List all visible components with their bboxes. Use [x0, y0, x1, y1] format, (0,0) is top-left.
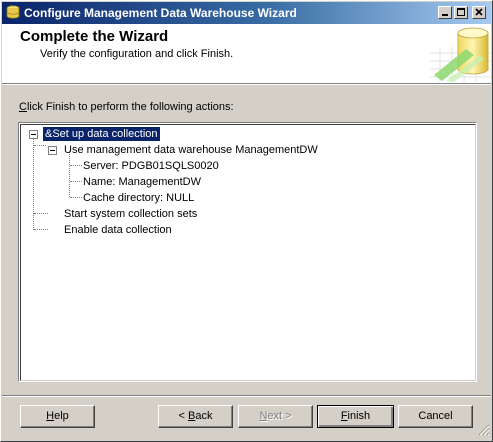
- wizard-app-icon: [6, 5, 20, 20]
- collapse-icon[interactable]: [48, 146, 57, 155]
- header-separator: [2, 83, 491, 85]
- instruction-accel: C: [19, 101, 27, 113]
- back-button[interactable]: < Back: [158, 405, 233, 428]
- tree-node-cache[interactable]: Cache directory: NULL: [81, 191, 196, 205]
- instruction-text: lick Finish to perform the following act…: [26, 101, 234, 113]
- tree-line: [34, 213, 48, 215]
- window-title: Configure Management Data Warehouse Wiza…: [24, 6, 297, 20]
- back-prefix: <: [178, 410, 188, 422]
- help-button[interactable]: Help: [20, 405, 95, 428]
- footer-separator: [2, 395, 491, 397]
- close-button[interactable]: [472, 6, 486, 19]
- wizard-window: Configure Management Data Warehouse Wiza…: [0, 0, 493, 442]
- tree-node-enable[interactable]: Enable data collection: [62, 223, 174, 237]
- next-button[interactable]: Next >: [238, 405, 313, 428]
- next-label: ext >: [267, 410, 292, 422]
- tree-node-warehouse[interactable]: Use management data warehouse Management…: [62, 143, 320, 157]
- tree-line: [34, 229, 48, 231]
- tree-node-setup[interactable]: &Set up data collection: [43, 127, 160, 141]
- tree-line: [33, 139, 35, 230]
- help-accel: H: [46, 410, 55, 422]
- maximize-icon: [457, 8, 465, 16]
- tree-line: [34, 145, 46, 147]
- close-icon: [475, 8, 483, 16]
- cancel-button[interactable]: Cancel: [398, 405, 473, 428]
- tree-viewport: &Set up data collection Use management d…: [20, 124, 476, 381]
- finish-label: inish: [347, 410, 371, 422]
- finish-accel: F: [340, 410, 348, 422]
- tree-node-server[interactable]: Server: PDGB01SQLS0020: [81, 159, 221, 173]
- back-label: ack: [195, 410, 213, 422]
- page-title: Complete the Wizard: [20, 28, 169, 45]
- title-bar[interactable]: Configure Management Data Warehouse Wiza…: [2, 2, 491, 24]
- collapse-icon[interactable]: [29, 130, 38, 139]
- instruction-label: Click Finish to perform the following ac…: [19, 101, 234, 113]
- finish-button[interactable]: Finish: [317, 405, 394, 428]
- page-subtitle: Verify the configuration and click Finis…: [40, 48, 234, 60]
- minimize-button[interactable]: [438, 6, 452, 19]
- minimize-icon: [442, 14, 448, 16]
- tree-line: [69, 151, 71, 197]
- resize-grip-icon[interactable]: [478, 424, 490, 439]
- tree-node-name[interactable]: Name: ManagementDW: [81, 175, 203, 189]
- maximize-button[interactable]: [454, 6, 468, 19]
- help-label: elp: [54, 410, 69, 422]
- tree-node-start-sets[interactable]: Start system collection sets: [62, 207, 199, 221]
- database-cylinder-icon: [430, 25, 490, 85]
- actions-tree[interactable]: &Set up data collection Use management d…: [18, 122, 477, 382]
- wizard-header: Complete the Wizard Verify the configura…: [2, 24, 491, 83]
